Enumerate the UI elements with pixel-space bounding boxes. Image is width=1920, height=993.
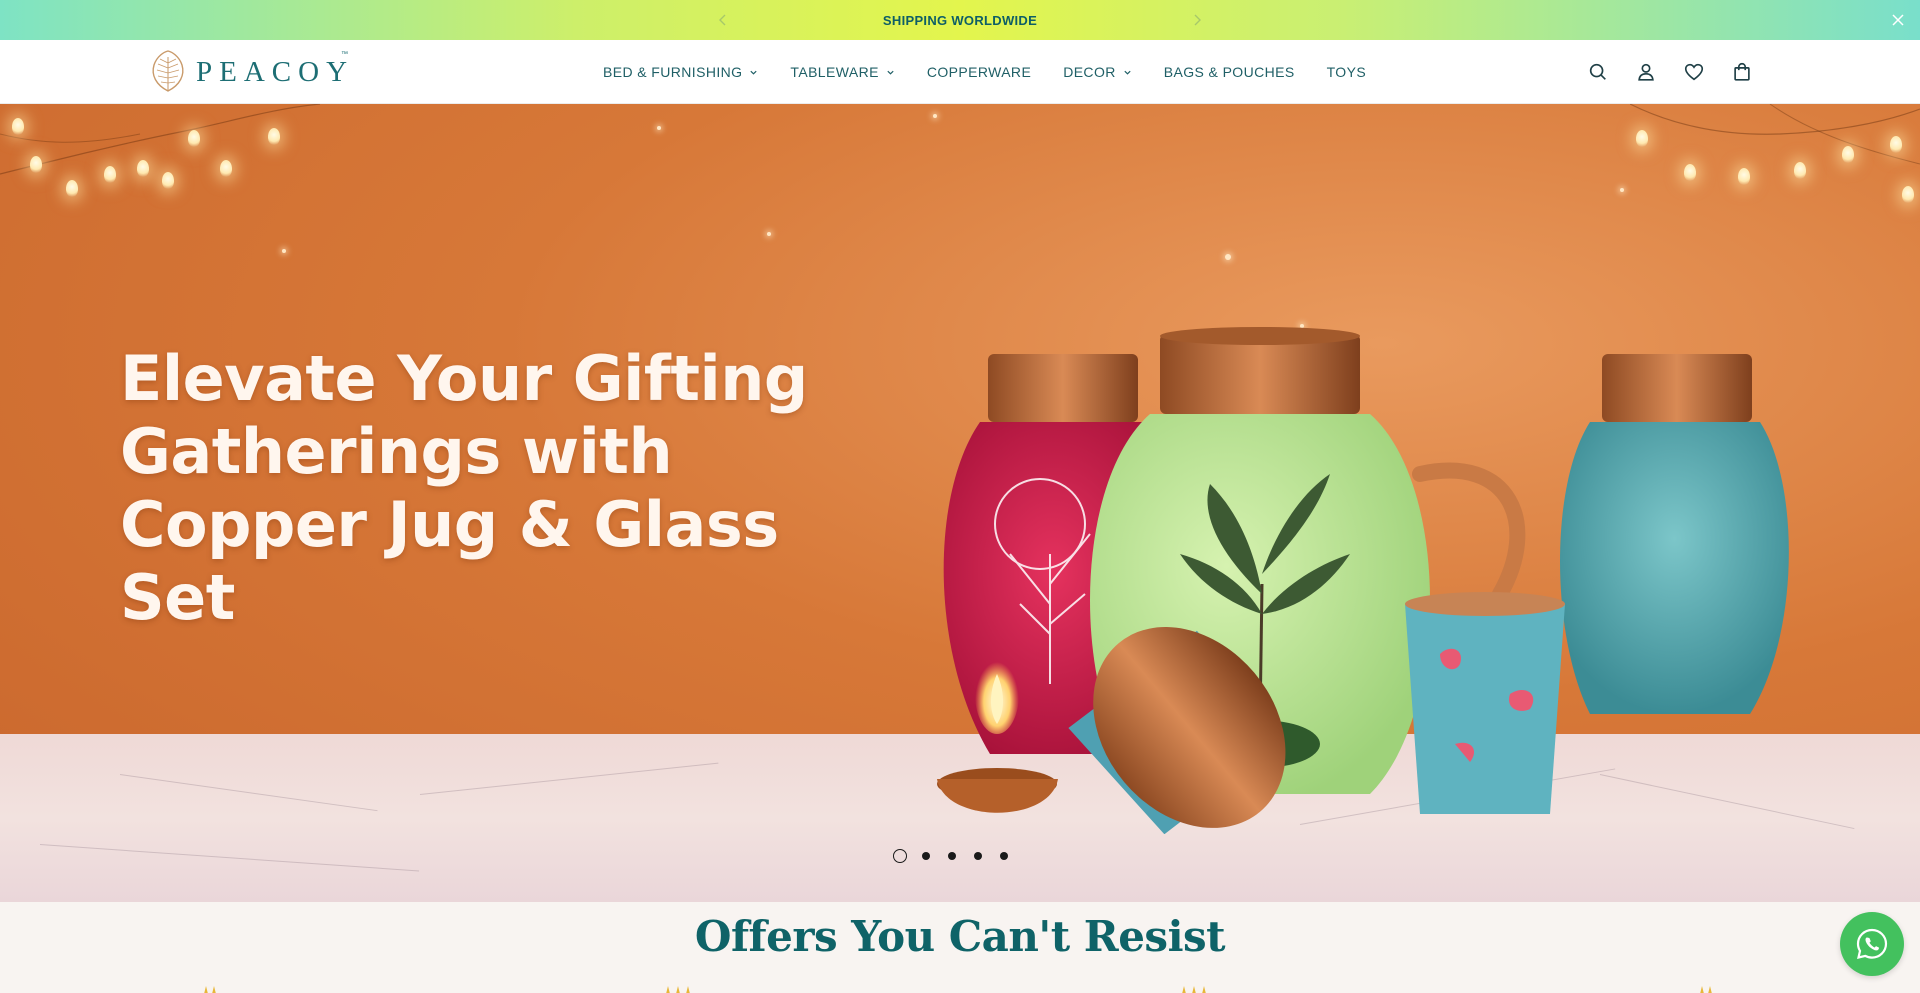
wishlist-button[interactable] — [1682, 60, 1706, 84]
light-bulb-decoration — [1738, 168, 1750, 185]
announcement-close-icon[interactable] — [1888, 10, 1908, 30]
nav-item-label: BED & FURNISHING — [603, 64, 743, 80]
string-lights-right-decoration — [1630, 104, 1920, 165]
sparkle-decoration — [1620, 188, 1624, 192]
account-icon — [1638, 63, 1654, 81]
nav-item-label: TABLEWARE — [790, 64, 879, 80]
peacock-feather-logo-icon — [152, 50, 184, 92]
chevron-down-icon — [887, 70, 894, 75]
nav-item-bed-furnishing[interactable]: BED & FURNISHING — [603, 64, 758, 80]
search-button[interactable] — [1586, 60, 1610, 84]
light-bulb-decoration — [188, 130, 200, 147]
light-bulb-decoration — [268, 128, 280, 145]
logo-text: PEACOY — [196, 55, 355, 88]
whatsapp-icon — [1856, 928, 1888, 959]
search-icon — [1589, 63, 1606, 80]
hero-banner[interactable]: Elevate Your Gifting Gatherings with Cop… — [0, 104, 1920, 902]
star-decoration-icon — [1182, 986, 1206, 993]
carousel-dots — [893, 849, 1008, 863]
light-bulb-decoration — [104, 166, 116, 183]
site-header: PEACOY ™ BED & FURNISHING TABLEWARE COPP… — [0, 40, 1920, 104]
light-bulb-decoration — [1636, 130, 1648, 147]
announcement-bar: SHIPPING WORLDWIDE — [0, 0, 1920, 40]
light-bulb-decoration — [66, 180, 78, 197]
nav-item-toys[interactable]: TOYS — [1327, 64, 1366, 80]
star-decoration-icon — [1700, 986, 1712, 993]
sparkle-decoration — [657, 126, 661, 130]
sparkle-decoration — [933, 114, 937, 118]
light-bulb-decoration — [1890, 136, 1902, 153]
nav-item-label: COPPERWARE — [926, 64, 1032, 80]
light-bulb-decoration — [1794, 162, 1806, 179]
copper-jug-glass-set-image — [937, 327, 1789, 834]
sparkle-decoration — [767, 232, 771, 236]
light-bulb-decoration — [1842, 146, 1854, 163]
star-decoration-icon — [204, 986, 216, 993]
carousel-dot-4[interactable] — [974, 852, 982, 860]
hero-title: Elevate Your Gifting Gatherings with Cop… — [120, 342, 808, 634]
nav-item-decor[interactable]: DECOR — [1063, 64, 1132, 80]
light-bulb-decoration — [1684, 164, 1696, 181]
chevron-down-icon — [1124, 70, 1131, 75]
carousel-dot-3[interactable] — [948, 852, 956, 860]
carousel-dot-1[interactable] — [893, 849, 907, 863]
cart-bag-icon — [1734, 62, 1750, 81]
announcement-prev-arrow-icon[interactable] — [712, 9, 734, 31]
light-bulb-decoration — [137, 160, 149, 177]
string-lights-left-decoration — [0, 104, 320, 175]
chevron-down-icon — [750, 70, 758, 75]
offers-section-title: Offers You Can't Resist — [694, 912, 1226, 961]
cart-button[interactable] — [1730, 60, 1754, 84]
nav-item-copperware[interactable]: COPPERWARE — [927, 64, 1031, 80]
nav-item-label: BAGS & POUCHES — [1163, 64, 1295, 80]
nav-item-bags-pouches[interactable]: BAGS & POUCHES — [1164, 64, 1295, 80]
carousel-dot-5[interactable] — [1000, 852, 1008, 860]
light-bulb-decoration — [220, 160, 232, 177]
nav-item-tableware[interactable]: TABLEWARE — [790, 64, 894, 80]
light-bulb-decoration — [30, 156, 42, 173]
announcement-text: SHIPPING WORLDWIDE — [882, 12, 1038, 28]
announcement-next-arrow-icon[interactable] — [1186, 9, 1208, 31]
logo[interactable]: PEACOY ™ — [148, 48, 354, 94]
whatsapp-chat-button[interactable] — [1840, 912, 1904, 976]
light-bulb-decoration — [1902, 186, 1914, 203]
wishlist-heart-icon — [1684, 63, 1704, 81]
sparkle-decoration — [282, 249, 286, 253]
carousel-dot-2[interactable] — [922, 852, 930, 860]
star-decoration-icon — [666, 986, 690, 993]
account-button[interactable] — [1634, 60, 1658, 84]
light-bulb-decoration — [162, 172, 174, 189]
header-icons — [1586, 60, 1754, 84]
nav-item-label: DECOR — [1063, 64, 1116, 80]
main-nav: BED & FURNISHING TABLEWARE COPPERWARE DE… — [603, 40, 1398, 104]
nav-item-label: TOYS — [1326, 64, 1367, 80]
offers-section: Offers You Can't Resist — [0, 902, 1920, 993]
light-bulb-decoration — [12, 118, 24, 135]
logo-trademark: ™ — [341, 51, 348, 58]
